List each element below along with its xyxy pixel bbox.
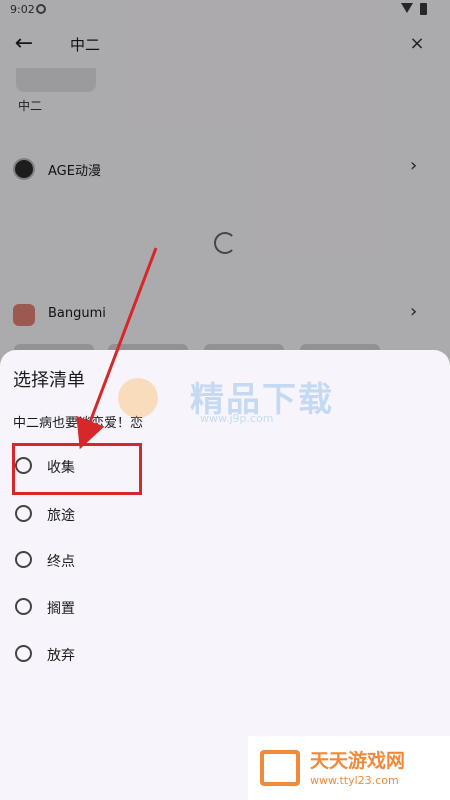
watermark-url: www.j9p.com xyxy=(200,412,274,425)
option-journey[interactable]: 旅途 xyxy=(0,495,450,535)
radio-button-icon[interactable] xyxy=(15,505,32,522)
watermark-house-icon xyxy=(260,750,300,786)
option-shelved[interactable]: 搁置 xyxy=(0,588,450,628)
option-finish[interactable]: 终点 xyxy=(0,541,450,581)
center-watermark: 精品下载 www.j9p.com xyxy=(110,372,370,432)
watermark-title: 天天游戏网 xyxy=(310,750,406,772)
annotation-highlight-box xyxy=(12,443,142,495)
radio-button-icon[interactable] xyxy=(15,598,32,615)
option-dropped[interactable]: 放弃 xyxy=(0,635,450,675)
watermark-url: www.ttyl23.com xyxy=(310,774,399,787)
watermark-logo-icon xyxy=(118,378,158,418)
option-label: 旅途 xyxy=(47,508,75,524)
sheet-title: 选择清单 xyxy=(13,370,85,391)
option-label: 搁置 xyxy=(47,601,75,617)
radio-button-icon[interactable] xyxy=(15,645,32,662)
radio-button-icon[interactable] xyxy=(15,551,32,568)
option-label: 放弃 xyxy=(47,648,75,664)
option-label: 终点 xyxy=(47,554,75,570)
corner-watermark: 天天游戏网 www.ttyl23.com xyxy=(248,736,450,800)
